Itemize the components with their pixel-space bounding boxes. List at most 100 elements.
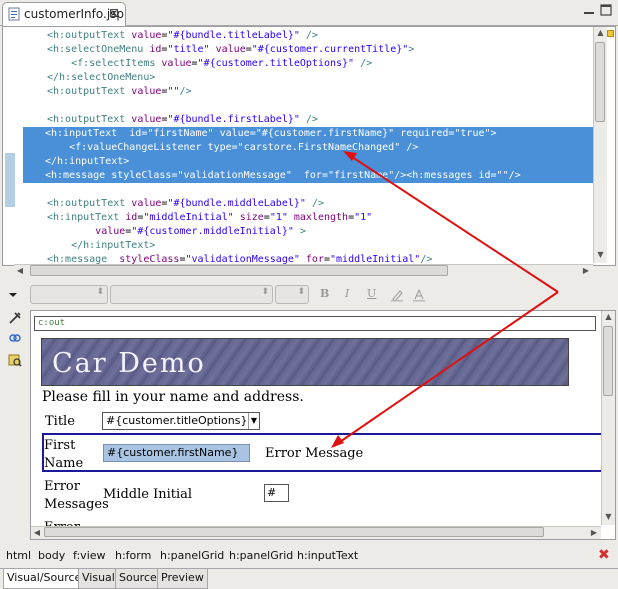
code-token: "1"	[354, 212, 373, 223]
preview-icon[interactable]	[8, 353, 22, 367]
title-label: Title	[45, 414, 75, 429]
code-token: "#{customer.middleInitial}"	[131, 226, 294, 237]
breadcrumb-item[interactable]: body	[38, 549, 65, 562]
code-token: "/><h:messages id=""/>	[388, 170, 521, 181]
font-combo[interactable]: ⬍	[110, 285, 273, 304]
code-token: <f:valueChangeListener type="carstore.Fi…	[69, 142, 419, 153]
tools-icon[interactable]	[8, 311, 22, 325]
code-token: <h:selectOneMenu	[47, 44, 150, 55]
breadcrumb-item[interactable]: h:panelGrid	[229, 549, 293, 562]
code-line: value="#{customer.middleInitial}" >	[47, 225, 306, 239]
error-messages-label: Error Messages	[44, 478, 109, 514]
scroll-right-icon[interactable]: ▶	[580, 265, 592, 277]
editor-tab[interactable]: customerInfo.jsp ⊠	[2, 2, 126, 26]
chevron-down-icon: ⬍	[261, 287, 269, 297]
error-messages-label-line: Error	[44, 479, 80, 494]
close-icon[interactable]: ✖	[598, 547, 610, 563]
breadcrumb-item[interactable]: f:view	[73, 549, 106, 562]
chevron-down-icon[interactable]: ▼	[248, 413, 259, 429]
visual-horizontal-scroll-thumb[interactable]	[44, 527, 544, 537]
banner-title: Car Demo	[52, 348, 206, 379]
code-token: />	[179, 86, 192, 97]
cout-tag-box[interactable]: c:out	[34, 316, 596, 331]
tab-preview[interactable]: Preview	[157, 569, 208, 589]
scroll-left-icon[interactable]: ◀	[31, 527, 43, 539]
scroll-right-icon[interactable]: ▶	[588, 527, 600, 539]
code-token: >	[293, 226, 306, 237]
maximize-icon[interactable]	[600, 4, 612, 16]
first-name-input[interactable]: #{customer.firstName}	[103, 444, 250, 462]
code-token: value	[161, 58, 192, 69]
breadcrumb-item[interactable]: h:form	[115, 549, 151, 562]
code-line: <h:outputText value="#{bundle.titleLabel…	[47, 29, 318, 43]
refresh-link-icon[interactable]	[8, 331, 22, 345]
code-token: >	[408, 44, 415, 55]
bottom-tab-bar: Visual/Source Visual Source Preview	[0, 568, 618, 589]
code-token: <h:outputText	[47, 86, 132, 97]
code-token: />	[305, 198, 324, 209]
code-token: value	[131, 86, 162, 97]
scroll-down-icon[interactable]: ▼	[594, 249, 607, 261]
tab-visual-source[interactable]: Visual/Source	[3, 569, 86, 589]
tab-source[interactable]: Source	[115, 569, 161, 589]
error-message-text: Error Message	[265, 446, 364, 461]
tab-visual[interactable]: Visual	[78, 569, 119, 589]
close-tab-icon[interactable]: ⊠	[109, 6, 119, 20]
code-line: <h:inputText id="middleInitial" size="1"…	[47, 211, 372, 225]
code-token: styleClass="validationMessage" for="	[111, 170, 334, 181]
bold-button[interactable]: B	[320, 287, 329, 300]
code-line: <f:selectItems value="#{customer.titleOp…	[47, 57, 372, 71]
code-token: </h:inputText>	[45, 156, 130, 167]
breadcrumb-item[interactable]: h:panelGrid	[160, 549, 224, 562]
code-token: />	[299, 30, 318, 41]
first-name-label: First Name	[44, 437, 83, 473]
scroll-down-icon[interactable]: ▼	[602, 511, 615, 523]
code-line: <h:outputText value="#{bundle.firstLabel…	[47, 113, 318, 127]
font-color-icon[interactable]	[412, 288, 426, 302]
scroll-up-icon[interactable]: ▲	[594, 27, 607, 39]
first-name-label-line: Name	[44, 456, 84, 471]
source-editor[interactable]: <h:outputText value="#{bundle.titleLabel…	[2, 26, 616, 266]
breadcrumb-item[interactable]: html	[6, 549, 31, 562]
code-token: "#{bundle.middleLabel}"	[167, 198, 306, 209]
scroll-up-icon[interactable]: ▲	[602, 311, 615, 323]
chevron-down-icon: ⬍	[96, 287, 104, 297]
instructions-text: Please fill in your name and address.	[42, 389, 304, 405]
formatting-toolbar: ⬍ ⬍ ⬍ B I U	[0, 283, 618, 309]
italic-button[interactable]: I	[345, 287, 349, 300]
code-token: size	[233, 212, 264, 223]
breadcrumb: html body f:view h:form h:panelGrid h:pa…	[0, 545, 618, 565]
middle-initial-input[interactable]: #{c	[264, 484, 289, 502]
code-line: </h:inputText>	[45, 155, 129, 169]
code-line: <h:inputText id="firstName" value="#{cus…	[45, 127, 497, 141]
visual-vertical-scroll-thumb[interactable]	[603, 326, 613, 396]
style-combo[interactable]: ⬍	[30, 285, 108, 304]
code-token: value	[209, 44, 246, 55]
code-token: "#{customer.titleOptions}"	[197, 58, 355, 69]
code-token: "#{customer.currentTitle}"	[251, 44, 409, 55]
code-token: ""	[167, 86, 180, 97]
code-token: firstName	[334, 170, 389, 181]
code-token: <h:inputText	[47, 212, 126, 223]
highlight-color-icon[interactable]	[390, 288, 404, 302]
code-token: />	[354, 58, 373, 69]
scroll-left-icon[interactable]: ◀	[14, 265, 26, 277]
code-token: value	[131, 114, 162, 125]
source-vertical-scroll-thumb[interactable]	[595, 42, 605, 122]
code-token: <h:outputText	[47, 198, 132, 209]
code-token: "#{bundle.titleLabel}"	[167, 30, 300, 41]
code-line: </h:inputText>	[47, 239, 155, 253]
minimize-icon[interactable]	[583, 4, 595, 16]
code-line: <h:outputText value=""/>	[47, 85, 192, 99]
breadcrumb-item[interactable]: h:inputText	[297, 549, 358, 562]
view-menu-icon[interactable]	[8, 291, 18, 299]
source-horizontal-scroll-thumb[interactable]	[30, 265, 448, 276]
code-token: value	[131, 198, 162, 209]
title-select[interactable]: #{customer.titleOptions}	[102, 412, 260, 430]
font-size-combo[interactable]: ⬍	[275, 285, 309, 304]
code-token: </h:inputText>	[71, 240, 156, 251]
overview-ruler-marker[interactable]	[607, 30, 614, 37]
jsp-file-icon	[8, 7, 20, 21]
underline-button[interactable]: U	[367, 287, 376, 300]
code-token: "middleInitial"	[143, 212, 234, 223]
